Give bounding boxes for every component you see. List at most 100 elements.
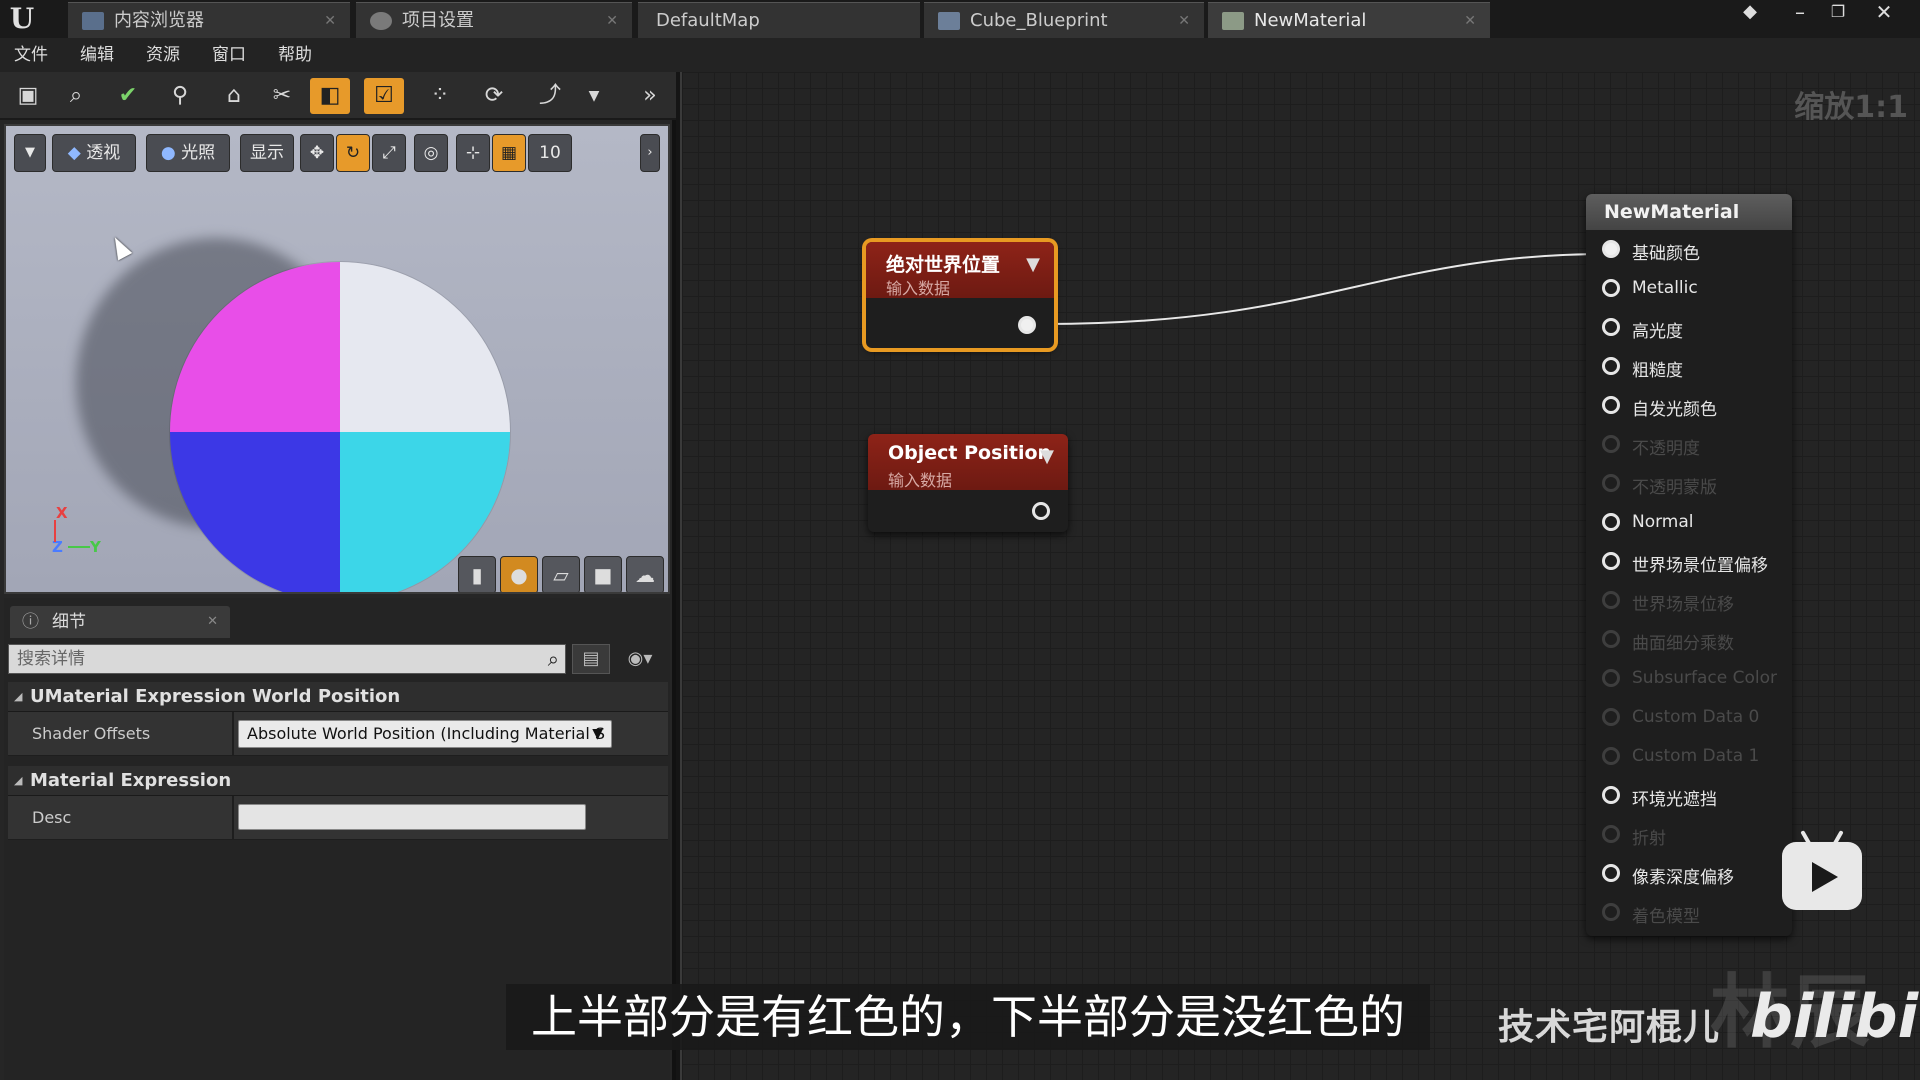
- close-icon[interactable]: ✕: [1178, 3, 1190, 39]
- node-object-position[interactable]: Object Position 输入数据 ▼: [868, 434, 1068, 532]
- mobile-stats-icon[interactable]: ⟳: [474, 78, 514, 114]
- menu-file[interactable]: 文件: [14, 38, 48, 72]
- lit-button[interactable]: ● 光照: [146, 134, 230, 172]
- menu-window[interactable]: 窗口: [212, 38, 246, 72]
- preview-mesh-icon[interactable]: ☁: [626, 556, 664, 592]
- material-input-row[interactable]: 着色模型: [1586, 893, 1792, 932]
- material-input-row[interactable]: 自发光颜色: [1586, 386, 1792, 425]
- show-button[interactable]: 显示: [240, 134, 294, 172]
- material-input-row[interactable]: Normal: [1586, 503, 1792, 542]
- chevron-down-icon[interactable]: ▼: [1040, 446, 1054, 467]
- rotate-icon[interactable]: ↻: [336, 134, 370, 172]
- menu-edit[interactable]: 编辑: [80, 38, 114, 72]
- wire-world-position-to-base-color[interactable]: [1045, 253, 1609, 325]
- material-input-row[interactable]: 粗糙度: [1586, 347, 1792, 386]
- input-pin[interactable]: [1602, 552, 1620, 570]
- tab-label: 内容浏览器: [114, 10, 204, 31]
- grid-snap-value[interactable]: 10: [528, 134, 572, 172]
- node-new-material-result[interactable]: NewMaterial 基础颜色 Metallic 高光度 粗糙度 自发光颜色 不透明度不…: [1586, 194, 1792, 936]
- material-input-row[interactable]: Metallic: [1586, 269, 1792, 308]
- viewport-options-button[interactable]: ▼: [14, 134, 46, 172]
- close-icon[interactable]: ✕: [207, 606, 218, 638]
- menu-help[interactable]: 帮助: [278, 38, 312, 72]
- close-window-button[interactable]: ✕: [1866, 0, 1902, 26]
- material-input-row[interactable]: 高光度: [1586, 308, 1792, 347]
- material-input-row[interactable]: 不透明度: [1586, 425, 1792, 464]
- axis-x-line: [54, 520, 56, 542]
- material-input-row[interactable]: Custom Data 0: [1586, 698, 1792, 737]
- input-pin[interactable]: [1602, 318, 1620, 336]
- stats-icon[interactable]: ⁘: [420, 78, 460, 114]
- perspective-button[interactable]: ◆ 透视: [52, 134, 136, 172]
- restore-button[interactable]: ❐: [1820, 0, 1856, 26]
- feedback-icon[interactable]: ◆: [1732, 0, 1768, 26]
- material-input-row[interactable]: Subsurface Color: [1586, 659, 1792, 698]
- property-label: Desc: [32, 808, 72, 827]
- menu-asset[interactable]: 资源: [146, 38, 180, 72]
- more-icon[interactable]: »: [630, 78, 670, 114]
- axis-y-label: Y: [90, 538, 101, 556]
- surface-snap-icon[interactable]: ⊹: [456, 134, 490, 172]
- live-preview-icon[interactable]: ◧: [310, 78, 350, 114]
- tab-label: Cube_Blueprint: [970, 10, 1108, 31]
- preview-sphere-icon[interactable]: ●: [500, 556, 538, 592]
- close-icon[interactable]: ✕: [324, 3, 336, 39]
- material-preview-viewport[interactable]: ▼ ◆ 透视 ● 光照 显示 ✥ ↻ ⤢ ◎ ⊹ ▦ 10 › X Y Z ▮ …: [4, 124, 670, 594]
- input-pin[interactable]: [1602, 240, 1620, 258]
- preview-cylinder-icon[interactable]: ▮: [458, 556, 496, 592]
- scale-icon[interactable]: ⤢: [372, 134, 406, 172]
- material-input-row[interactable]: 基础颜色: [1586, 230, 1792, 269]
- grid-snap-icon[interactable]: ▦: [492, 134, 526, 172]
- chevron-down-icon[interactable]: ▼: [574, 78, 614, 114]
- shader-offsets-dropdown[interactable]: Absolute World Position (Including Mater…: [238, 720, 612, 748]
- world-space-icon[interactable]: ◎: [414, 134, 448, 172]
- hierarchy-icon[interactable]: ⤴: [530, 78, 570, 114]
- input-pin[interactable]: [1602, 786, 1620, 804]
- tab-content-browser[interactable]: 内容浏览器 ✕: [68, 2, 350, 38]
- material-input-row[interactable]: 折射: [1586, 815, 1792, 854]
- translate-icon[interactable]: ✥: [300, 134, 334, 172]
- input-pin[interactable]: [1602, 864, 1620, 882]
- material-input-row[interactable]: 环境光遮挡: [1586, 776, 1792, 815]
- eye-icon[interactable]: ◉▾: [616, 644, 664, 674]
- output-pin[interactable]: [1032, 502, 1050, 520]
- tab-cube-blueprint[interactable]: Cube_Blueprint ✕: [924, 2, 1204, 38]
- input-pin[interactable]: [1602, 396, 1620, 414]
- tab-details[interactable]: ⓘ 细节 ✕: [10, 606, 230, 638]
- material-input-row[interactable]: 曲面细分乘数: [1586, 620, 1792, 659]
- preview-plane-icon[interactable]: ▱: [542, 556, 580, 592]
- save-icon[interactable]: ▣: [8, 78, 48, 114]
- view-options-grid-icon[interactable]: ▤: [572, 644, 610, 674]
- material-input-row[interactable]: 世界场景位移: [1586, 581, 1792, 620]
- minimize-button[interactable]: –: [1782, 0, 1818, 26]
- desc-input[interactable]: [238, 804, 586, 830]
- search-icon[interactable]: ⚲: [160, 78, 200, 114]
- material-input-row[interactable]: 世界场景位置偏移: [1586, 542, 1792, 581]
- node-absolute-world-position[interactable]: 绝对世界位置 输入数据 ▼: [866, 242, 1054, 348]
- chevron-down-icon[interactable]: ▼: [1026, 254, 1040, 275]
- close-icon[interactable]: ✕: [1464, 3, 1476, 39]
- input-pin[interactable]: [1602, 279, 1620, 297]
- tab-defaultmap[interactable]: DefaultMap: [638, 2, 920, 38]
- clean-icon[interactable]: ✂: [262, 78, 302, 114]
- home-icon[interactable]: ⌂: [214, 78, 254, 114]
- tab-newmaterial[interactable]: NewMaterial ✕: [1208, 2, 1490, 38]
- input-label: 自发光颜色: [1632, 400, 1717, 420]
- material-input-row[interactable]: 不透明蒙版: [1586, 464, 1792, 503]
- live-update-icon[interactable]: ☑: [364, 78, 404, 114]
- expand-toolbar-icon[interactable]: ›: [640, 134, 660, 172]
- section-world-position[interactable]: ◢ UMaterial Expression World Position: [8, 682, 668, 712]
- node-header: 绝对世界位置 输入数据 ▼: [866, 242, 1054, 298]
- apply-icon[interactable]: ✔: [108, 78, 148, 114]
- details-search-input[interactable]: 搜索详情 ⌕: [8, 644, 566, 674]
- close-icon[interactable]: ✕: [606, 3, 618, 39]
- browse-icon[interactable]: ⌕: [56, 78, 96, 114]
- material-input-row[interactable]: 像素深度偏移: [1586, 854, 1792, 893]
- input-pin[interactable]: [1602, 513, 1620, 531]
- section-material-expression[interactable]: ◢ Material Expression: [8, 766, 668, 796]
- preview-cube-icon[interactable]: ■: [584, 556, 622, 592]
- tab-project-settings[interactable]: 项目设置 ✕: [356, 2, 632, 38]
- input-pin[interactable]: [1602, 357, 1620, 375]
- material-input-row[interactable]: Custom Data 1: [1586, 737, 1792, 776]
- output-pin[interactable]: [1018, 316, 1036, 334]
